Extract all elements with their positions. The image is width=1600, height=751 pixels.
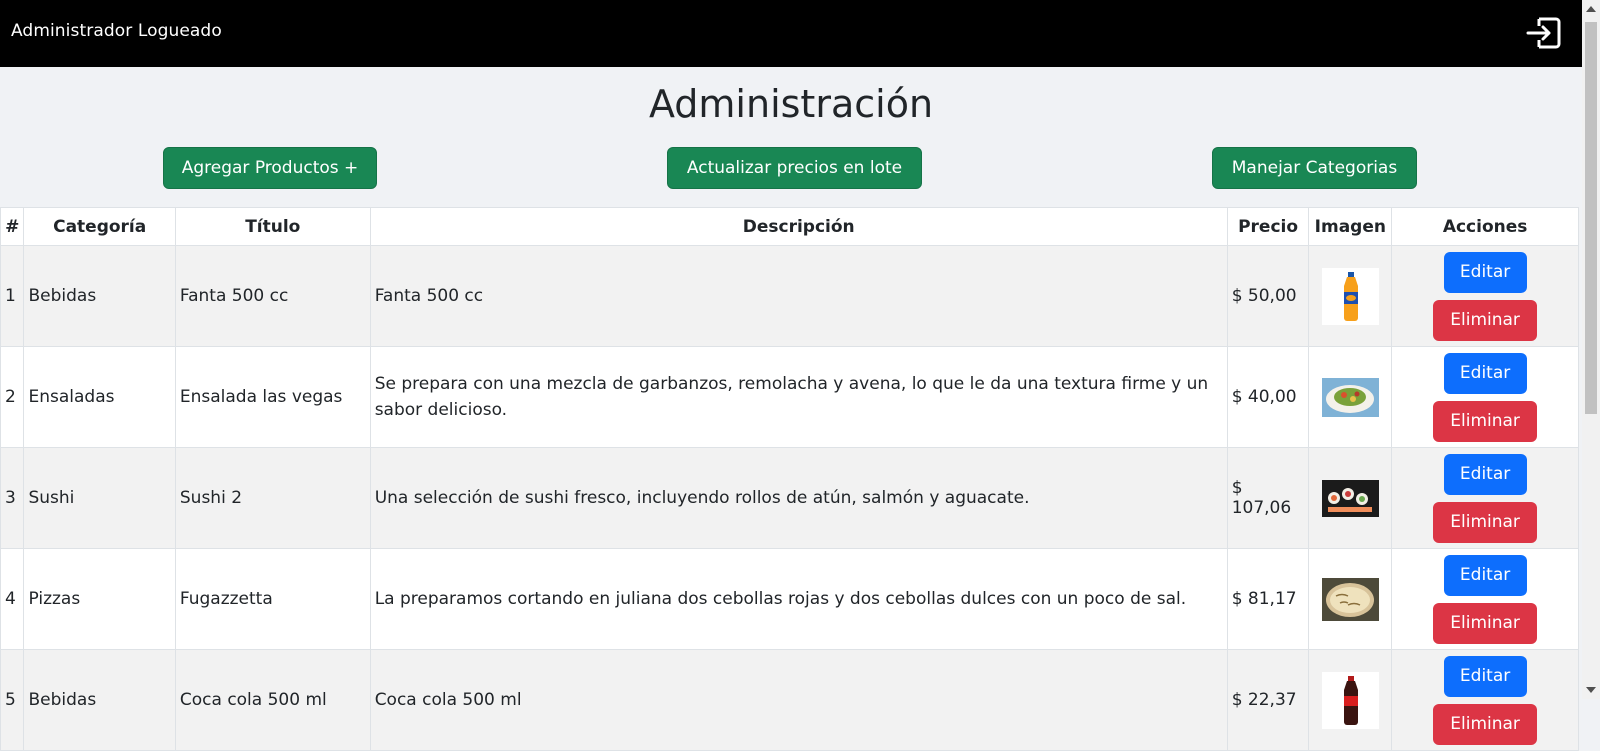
edit-button[interactable]: Editar	[1443, 453, 1527, 495]
page-scrollbar[interactable]	[1582, 0, 1600, 699]
row-number: 3	[0, 447, 25, 549]
row-description: Se prepara con una mezcla de garbanzos, …	[369, 346, 1228, 448]
row-description: La preparamos cortando en juliana dos ce…	[369, 548, 1228, 650]
column-header-image: Imagen	[1308, 207, 1393, 246]
add-products-button[interactable]: Agregar Productos +	[163, 147, 377, 189]
row-title: Ensalada las vegas	[174, 346, 371, 448]
table-row: 3 Sushi Sushi 2 Una selección de sushi f…	[0, 447, 1579, 549]
delete-button[interactable]: Eliminar	[1433, 703, 1538, 745]
delete-button[interactable]: Eliminar	[1433, 602, 1538, 644]
table-row: 5 Bebidas Coca cola 500 ml Coca cola 500…	[0, 649, 1579, 751]
row-image-cell	[1308, 548, 1393, 650]
column-header-description: Descripción	[369, 207, 1228, 246]
row-description: Una selección de sushi fresco, incluyend…	[369, 447, 1228, 549]
row-price: $ 50,00	[1226, 245, 1310, 347]
column-header-number: #	[0, 207, 25, 246]
row-title: Sushi 2	[174, 447, 371, 549]
delete-button[interactable]: Eliminar	[1433, 501, 1538, 543]
row-number: 4	[0, 548, 25, 650]
page-title: Administración	[648, 82, 934, 126]
table-row: 4 Pizzas Fugazzetta La preparamos cortan…	[0, 548, 1579, 650]
row-title: Coca cola 500 ml	[174, 649, 371, 751]
row-actions: Editar Eliminar	[1391, 548, 1579, 650]
table-row: 1 Bebidas Fanta 500 cc Fanta 500 cc $ 50…	[0, 245, 1579, 347]
row-image-cell	[1308, 447, 1393, 549]
row-price: $ 40,00	[1226, 346, 1310, 448]
scrollbar-thumb[interactable]	[1585, 22, 1597, 414]
row-actions: Editar Eliminar	[1391, 245, 1579, 347]
top-navbar: Administrador Logueado	[0, 0, 1582, 67]
row-description: Fanta 500 cc	[369, 245, 1228, 347]
logged-user-label: Administrador Logueado	[11, 21, 222, 41]
fanta-bottle-image	[1321, 267, 1379, 325]
column-header-title: Título	[174, 207, 371, 246]
manage-categories-button[interactable]: Manejar Categorias	[1212, 147, 1417, 189]
salad-plate-image	[1321, 377, 1379, 417]
row-image-cell	[1308, 245, 1393, 347]
row-price: $ 22,37	[1226, 649, 1310, 751]
row-image-cell	[1308, 649, 1393, 751]
row-number: 2	[0, 346, 25, 448]
scroll-down-icon[interactable]	[1586, 687, 1596, 693]
row-actions: Editar Eliminar	[1391, 447, 1579, 549]
row-price: $ 107,06	[1226, 447, 1310, 549]
edit-button[interactable]: Editar	[1443, 655, 1527, 697]
delete-button[interactable]: Eliminar	[1433, 400, 1538, 442]
logout-icon[interactable]	[1525, 14, 1563, 52]
row-price: $ 81,17	[1226, 548, 1310, 650]
bulk-update-prices-button[interactable]: Actualizar precios en lote	[667, 147, 922, 189]
delete-button[interactable]: Eliminar	[1433, 299, 1538, 341]
column-header-actions: Acciones	[1391, 207, 1579, 246]
edit-button[interactable]: Editar	[1443, 352, 1527, 394]
column-header-category: Categoría	[23, 207, 176, 246]
row-title: Fanta 500 cc	[174, 245, 371, 347]
row-actions: Editar Eliminar	[1391, 346, 1579, 448]
column-header-price: Precio	[1226, 207, 1310, 246]
row-category: Ensaladas	[23, 346, 176, 448]
edit-button[interactable]: Editar	[1443, 554, 1527, 596]
row-actions: Editar Eliminar	[1391, 649, 1579, 751]
row-number: 5	[0, 649, 25, 751]
row-category: Sushi	[23, 447, 176, 549]
row-number: 1	[0, 245, 25, 347]
coca-cola-bottle-image	[1321, 671, 1379, 729]
row-title: Fugazzetta	[174, 548, 371, 650]
table-header-row: # Categoría Título Descripción Precio Im…	[0, 207, 1579, 246]
row-image-cell	[1308, 346, 1393, 448]
pizza-image	[1321, 577, 1379, 621]
row-description: Coca cola 500 ml	[369, 649, 1228, 751]
sushi-platter-image	[1321, 479, 1379, 517]
row-category: Bebidas	[23, 649, 176, 751]
products-table: # Categoría Título Descripción Precio Im…	[0, 207, 1579, 751]
table-row: 2 Ensaladas Ensalada las vegas Se prepar…	[0, 346, 1579, 448]
row-category: Bebidas	[23, 245, 176, 347]
edit-button[interactable]: Editar	[1443, 251, 1527, 293]
row-category: Pizzas	[23, 548, 176, 650]
scroll-up-icon[interactable]	[1586, 6, 1596, 12]
